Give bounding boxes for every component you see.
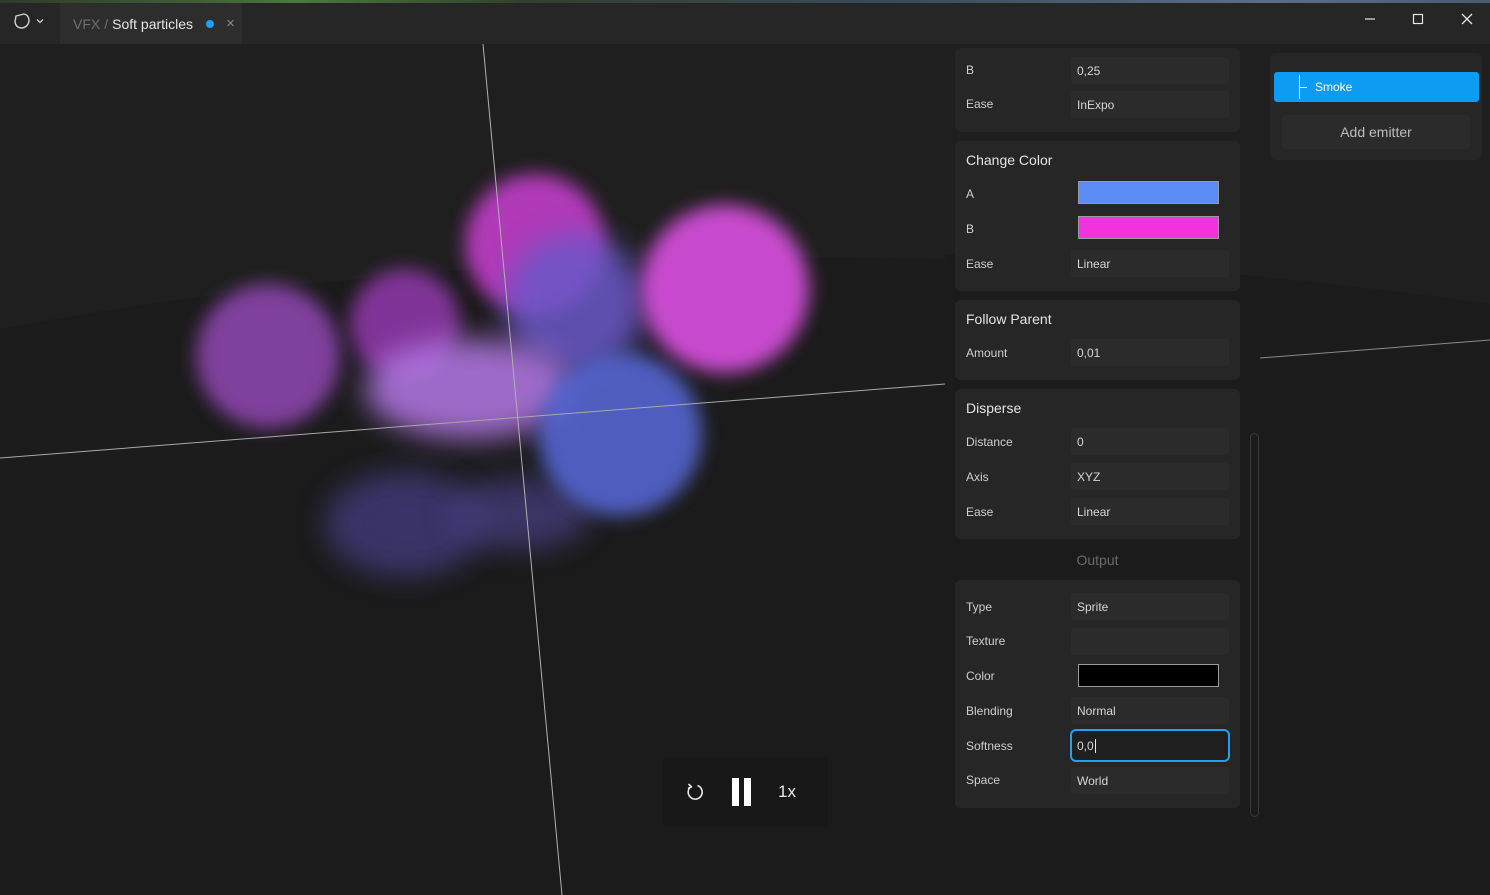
add-emitter-button[interactable]: Add emitter bbox=[1282, 115, 1470, 149]
pause-button[interactable] bbox=[727, 757, 757, 827]
emitter-list-panel: Smoke Add emitter bbox=[1270, 53, 1482, 160]
label-ease: Ease bbox=[966, 97, 994, 111]
tab-title: Soft particles bbox=[112, 15, 194, 32]
restart-icon bbox=[687, 783, 703, 800]
tree-branch bbox=[1299, 87, 1307, 88]
text-caret bbox=[1094, 738, 1096, 753]
label-type: Type bbox=[966, 600, 993, 614]
minimize-button[interactable] bbox=[1346, 4, 1394, 34]
playback-controls: 1x bbox=[663, 757, 828, 827]
field-distance[interactable]: 0 bbox=[1071, 428, 1229, 455]
panel-title-follow-parent: Follow Parent bbox=[966, 311, 1052, 327]
dropdown-axis[interactable]: XYZ bbox=[1071, 463, 1229, 490]
color-swatch-b[interactable] bbox=[1078, 216, 1219, 239]
scene-viewport[interactable]: 1x bbox=[0, 44, 945, 895]
label-blending: Blending bbox=[966, 704, 1013, 718]
dropdown-color-ease[interactable]: Linear bbox=[1071, 250, 1229, 277]
dropdown-blending[interactable]: Normal bbox=[1071, 697, 1229, 724]
maximize-icon bbox=[1412, 13, 1424, 25]
label-texture: Texture bbox=[966, 634, 1006, 648]
label-b: B bbox=[966, 63, 975, 77]
dropdown-ease[interactable]: InExpo bbox=[1071, 91, 1229, 118]
title-bar: VFX / Soft particles × bbox=[0, 0, 1490, 44]
field-b-value[interactable]: 0,25 bbox=[1071, 57, 1229, 84]
dropdown-disperse-ease[interactable]: Linear bbox=[1071, 498, 1229, 525]
label-ease: Ease bbox=[966, 505, 994, 519]
softness-input[interactable]: 0,0 bbox=[1070, 729, 1230, 762]
dropdown-space[interactable]: World bbox=[1071, 767, 1229, 794]
label-distance: Distance bbox=[966, 435, 1013, 449]
close-icon bbox=[1461, 13, 1473, 25]
emitter-label: Smoke bbox=[1315, 80, 1353, 94]
color-swatch-output[interactable] bbox=[1078, 664, 1219, 687]
tab-close-icon[interactable]: × bbox=[226, 16, 235, 31]
playback-speed-button[interactable]: 1x bbox=[757, 757, 817, 827]
color-swatch-a[interactable] bbox=[1078, 181, 1219, 204]
field-amount[interactable]: 0,01 bbox=[1071, 339, 1229, 366]
label-space: Space bbox=[966, 773, 1001, 787]
label-axis: Axis bbox=[966, 470, 989, 484]
panel-title-change-color: Change Color bbox=[966, 152, 1053, 168]
particle-blob-icon bbox=[14, 13, 30, 29]
label-color-a: A bbox=[966, 187, 975, 201]
pause-icon bbox=[732, 778, 751, 806]
properties-scrollbar[interactable] bbox=[1250, 433, 1259, 817]
close-window-button[interactable] bbox=[1443, 4, 1490, 34]
maximize-button[interactable] bbox=[1394, 4, 1442, 34]
label-ease: Ease bbox=[966, 257, 994, 271]
dropdown-type[interactable]: Sprite bbox=[1071, 593, 1229, 620]
softness-input-value: 0,0 bbox=[1077, 738, 1094, 753]
minimize-icon bbox=[1365, 18, 1375, 20]
breadcrumb-separator: / bbox=[104, 15, 109, 32]
breadcrumb-vfx[interactable]: VFX bbox=[73, 16, 100, 32]
restart-button[interactable] bbox=[663, 757, 727, 827]
label-color-b: B bbox=[966, 222, 975, 236]
label-color: Color bbox=[966, 669, 995, 683]
app-menu-button[interactable] bbox=[4, 6, 54, 36]
unsaved-indicator bbox=[206, 19, 215, 28]
emitter-item-smoke[interactable]: Smoke bbox=[1274, 72, 1479, 102]
chevron-down-icon bbox=[36, 19, 44, 24]
label-softness: Softness bbox=[966, 739, 1013, 753]
tab-soft-particles[interactable]: VFX / Soft particles × bbox=[60, 3, 242, 44]
field-texture[interactable] bbox=[1071, 628, 1229, 655]
label-amount: Amount bbox=[966, 346, 1008, 360]
section-heading-output: Output bbox=[1076, 552, 1119, 568]
panel-title-disperse: Disperse bbox=[966, 400, 1022, 416]
